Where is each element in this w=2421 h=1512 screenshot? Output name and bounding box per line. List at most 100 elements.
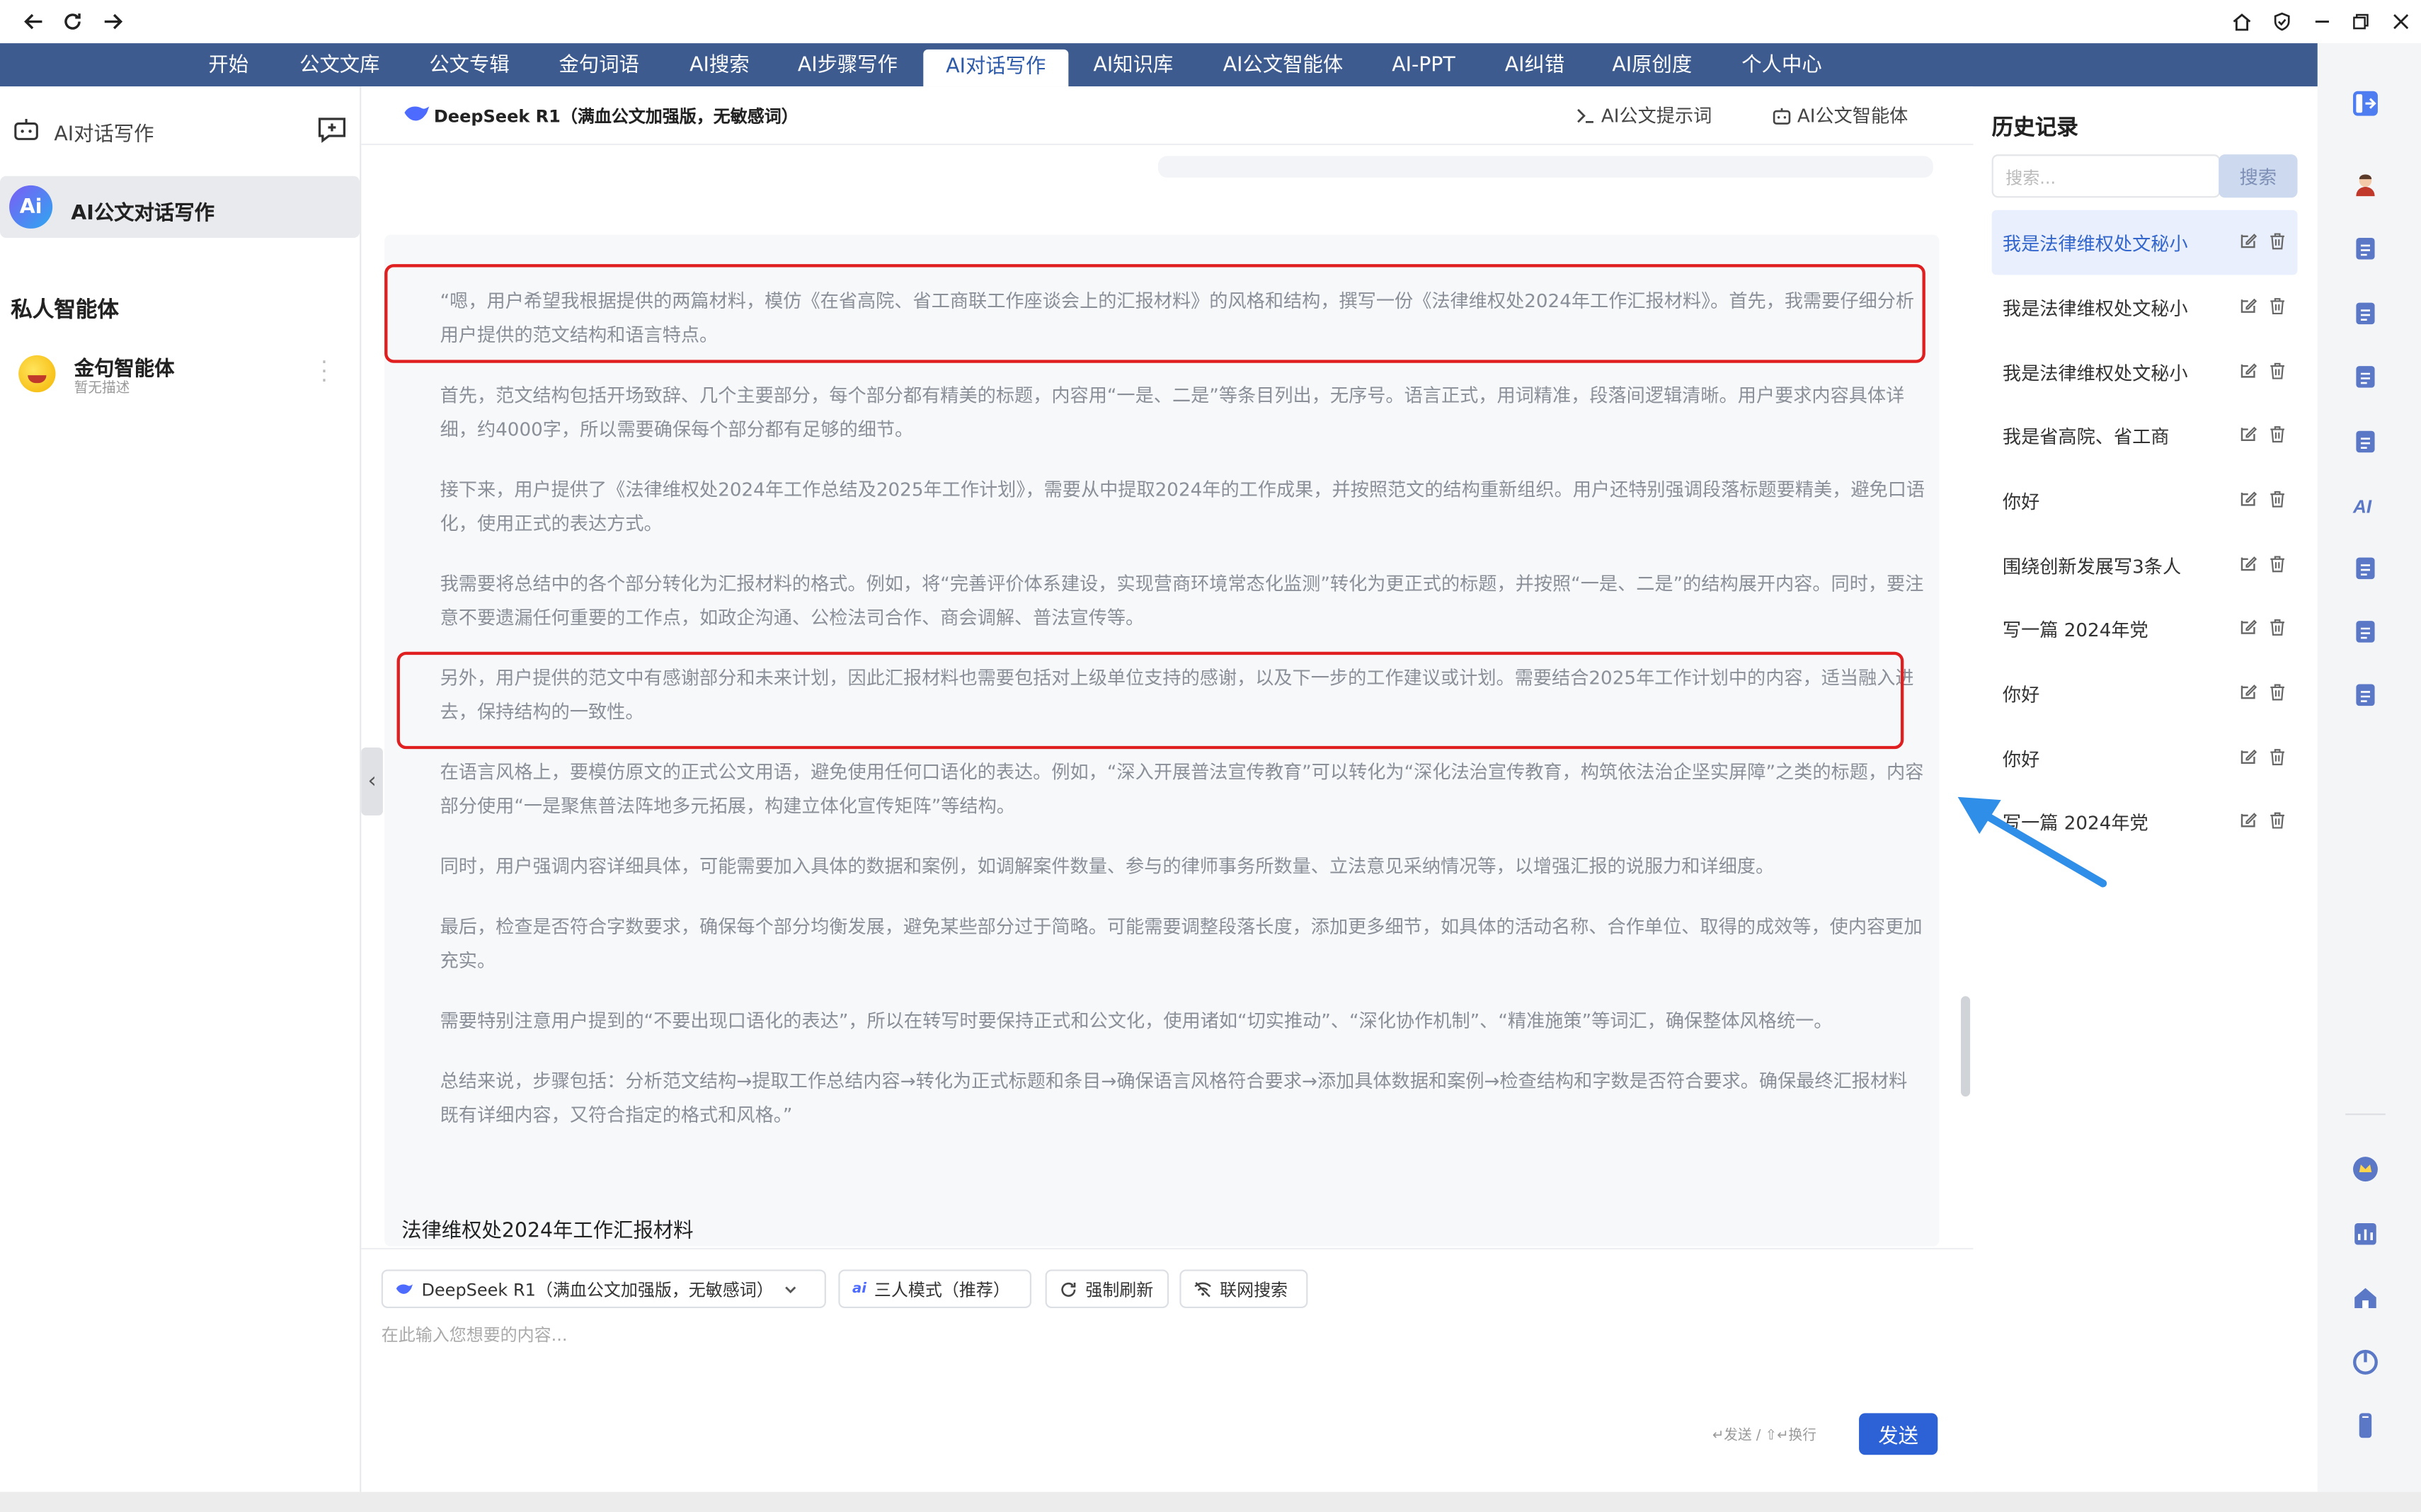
delete-icon[interactable] [2268,554,2286,573]
thinking-paragraph: 首先，范文结构包括开场致辞、几个主要部分，每个部分都有精美的标题，内容用“一是、… [440,384,1905,440]
history-item[interactable]: 我是法律维权处文秘小 [1992,275,2298,340]
mobile-icon[interactable] [2352,1411,2379,1439]
back-icon[interactable] [18,6,50,38]
history-item-label: 你好 [2002,749,2040,771]
original-icon[interactable] [2352,681,2379,709]
agent-button[interactable]: AI公文智能体 [1773,102,1908,128]
close-icon[interactable] [2386,6,2417,38]
report-icon[interactable] [2352,554,2379,582]
shield-icon[interactable] [2267,6,2298,38]
nav-item-ai-agent[interactable]: AI公文智能体 [1208,43,1359,86]
app-window: 开始 公文文库 公文专辑 金句词语 AI搜索 AI步骤写作 AI对话写作 AI知… [0,0,2421,1512]
new-chat-icon[interactable] [315,113,349,147]
nav-item-ai-step-writing[interactable]: AI步骤写作 [784,43,911,86]
forward-icon[interactable] [97,6,128,38]
model-select-label: DeepSeek R1（满血公文加强版，无敏感词） [421,1279,774,1300]
thinking-block: “嗯，用户希望我根据提供的两篇材料，模仿《在省高院、省工商联工作座谈会上的汇报材… [384,234,1940,1247]
history-item[interactable]: 你好 [1992,661,2298,726]
edit-icon[interactable] [2239,811,2257,829]
history-item-label: 我是法律维权处文秘小 [2002,298,2188,320]
chart-icon[interactable] [2352,1220,2379,1248]
ppt-icon[interactable] [2352,618,2379,646]
refresh-icon[interactable] [57,6,88,38]
delete-icon[interactable] [2268,682,2286,701]
write-icon[interactable] [2352,428,2379,455]
chat-scrollbar[interactable] [1961,996,1971,1097]
nav-item-ai-originality[interactable]: AI原创度 [1600,43,1705,86]
edit-icon[interactable] [2239,425,2257,443]
history-item-label: 我是法律维权处文秘小 [2002,233,2188,256]
edit-icon[interactable] [2239,748,2257,766]
minimize-icon[interactable] [2307,6,2338,38]
web-search-toggle[interactable]: 联网搜索 [1179,1269,1308,1309]
delete-icon[interactable] [2268,748,2286,766]
deepseek-logo-icon [404,106,430,121]
sidebar-toggle-icon[interactable] [2352,90,2379,118]
delete-icon[interactable] [2268,231,2286,250]
ai-icon[interactable]: AI [2352,491,2379,519]
home-icon[interactable] [2352,1283,2379,1311]
document-icon[interactable] [2352,299,2379,327]
nav-item-ai-search[interactable]: AI搜索 [676,43,762,86]
delete-icon[interactable] [2268,618,2286,636]
thinking-paragraph: 总结来说，步骤包括：分析范文结构→提取工作总结内容→转化为正式标题和条目→确保语… [440,1070,1908,1126]
home-icon[interactable] [2226,6,2257,38]
history-search-button[interactable]: 搜索 [2219,154,2298,198]
edit-icon[interactable] [2239,554,2257,573]
collapse-sidebar-button[interactable]: ‹ [361,748,383,816]
wifi-off-icon [1194,1281,1211,1297]
window-bottom-strip [0,1491,2421,1512]
avatar-icon[interactable] [2352,170,2379,197]
force-refresh-button[interactable]: 强制刷新 [1045,1269,1169,1309]
history-item[interactable]: 我是省高院、省工商 [1992,403,2298,468]
nav-item-profile[interactable]: 个人中心 [1726,43,1837,86]
delete-icon[interactable] [2268,425,2286,443]
nav-item-ai-correction[interactable]: AI纠错 [1492,43,1578,86]
top-nav: 开始 公文文库 公文专辑 金句词语 AI搜索 AI步骤写作 AI对话写作 AI知… [0,43,2318,87]
nav-item-collections[interactable]: 公文专辑 [417,43,522,86]
delete-icon[interactable] [2268,297,2286,315]
edit-icon[interactable] [2239,231,2257,250]
history-item[interactable]: 我是法律维权处文秘小 [1991,210,2298,275]
history-item[interactable]: 你好 [1992,726,2298,791]
delete-icon[interactable] [2268,362,2286,380]
nav-item-start[interactable]: 开始 [195,43,263,86]
edit-icon[interactable] [2239,362,2257,380]
previous-message-edge [1157,156,1933,178]
document-title: 法律维权处2024年工作汇报材料 [401,1220,694,1244]
chat-input-area: DeepSeek R1（满血公文加强版，无敏感词） ai 三人模式（推荐） 强制… [361,1247,1974,1492]
history-item[interactable]: 你好 [1992,468,2298,533]
history-item[interactable]: 写一篇 2024年党 [1992,596,2298,661]
nav-item-library[interactable]: 公文文库 [287,43,392,86]
chat-input[interactable]: 在此输入您想要的内容... [382,1322,568,1347]
thinking-paragraph: 接下来，用户提供了《法律维权处2024年工作总结及2025年工作计划》，需要从中… [440,479,1925,534]
refresh-icon [1061,1281,1076,1296]
delete-icon[interactable] [2268,811,2286,829]
nav-item-ai-knowledge[interactable]: AI知识库 [1081,43,1186,86]
send-button[interactable]: 发送 [1859,1413,1938,1455]
power-icon[interactable] [2352,1348,2379,1376]
edit-icon[interactable] [2239,490,2257,508]
history-item[interactable]: 围绕创新发展写3条人 [1992,533,2298,598]
library-icon[interactable] [2352,363,2379,391]
prompt-button[interactable]: AI公文提示词 [1576,102,1712,128]
edit-icon[interactable] [2239,297,2257,315]
toolbox-icon[interactable] [2352,235,2379,263]
nav-item-quotes[interactable]: 金句词语 [546,43,651,86]
history-item-label: 我是省高院、省工商 [2002,426,2170,448]
vip-crown-icon[interactable] [2352,1155,2379,1183]
chat-main: DeepSeek R1（满血公文加强版，无敏感词） AI公文提示词 AI公文智能… [361,86,1974,1492]
more-options-icon[interactable]: · · · [319,352,328,392]
nav-item-ai-ppt[interactable]: AI-PPT [1378,43,1470,86]
restore-icon[interactable] [2345,6,2376,38]
history-title: 历史记录 [1991,115,2078,141]
history-search-input[interactable]: 搜索... [1991,154,2221,198]
nav-item-ai-chat-writing[interactable]: AI对话写作 [923,49,1069,87]
mode-select[interactable]: ai 三人模式（推荐） [838,1269,1031,1309]
model-select[interactable]: DeepSeek R1（满血公文加强版，无敏感词） [381,1269,826,1309]
edit-icon[interactable] [2239,618,2257,636]
history-item[interactable]: 我是法律维权处文秘小 [1992,340,2298,405]
agent-button-label: AI公文智能体 [1797,105,1908,127]
delete-icon[interactable] [2268,490,2286,508]
edit-icon[interactable] [2239,682,2257,701]
